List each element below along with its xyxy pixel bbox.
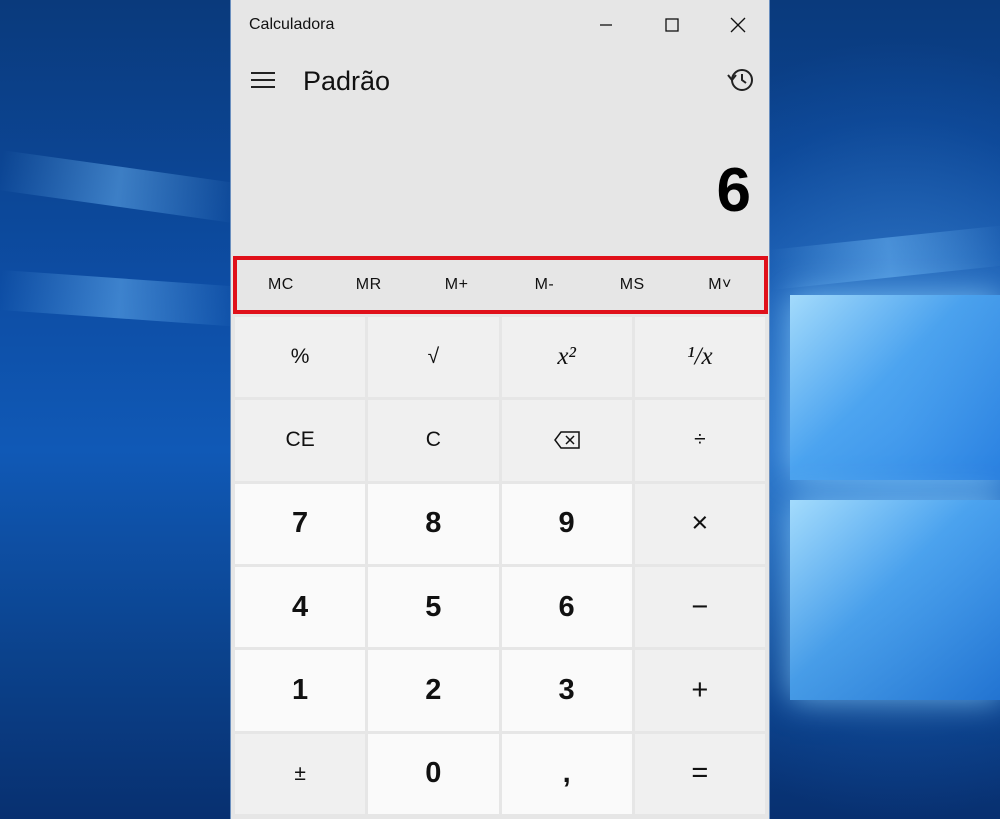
clear-button[interactable]: C (368, 400, 499, 481)
wallpaper-light-beam (0, 270, 241, 327)
memory-add-button[interactable]: M+ (413, 276, 501, 294)
negate-button[interactable]: ± (235, 733, 366, 814)
wallpaper-light-beam (0, 150, 241, 224)
result-display: 6 (716, 156, 751, 225)
keypad: % √ x² ¹/x CE C ÷ 7 8 9 × 4 5 6 − 1 2 3 … (235, 317, 765, 814)
subtract-button[interactable]: − (634, 567, 765, 648)
digit-8-button[interactable]: 8 (368, 483, 499, 564)
minimize-button[interactable] (581, 8, 631, 42)
memory-store-button[interactable]: MS (588, 276, 676, 294)
digit-5-button[interactable]: 5 (368, 567, 499, 648)
close-icon (730, 17, 746, 33)
equals-button[interactable]: = (634, 733, 765, 814)
digit-1-button[interactable]: 1 (235, 650, 366, 731)
maximize-button[interactable] (647, 8, 697, 42)
clear-entry-button[interactable]: CE (235, 400, 366, 481)
history-icon[interactable] (727, 66, 755, 94)
digit-3-button[interactable]: 3 (501, 650, 632, 731)
digit-7-button[interactable]: 7 (235, 483, 366, 564)
percent-button[interactable]: % (235, 317, 366, 398)
memory-subtract-button[interactable]: M- (500, 276, 588, 294)
digit-0-button[interactable]: 0 (368, 733, 499, 814)
digit-4-button[interactable]: 4 (235, 567, 366, 648)
decimal-separator-button[interactable]: , (501, 733, 632, 814)
digit-2-button[interactable]: 2 (368, 650, 499, 731)
digit-9-button[interactable]: 9 (501, 483, 632, 564)
divide-button[interactable]: ÷ (634, 400, 765, 481)
memory-buttons-row: MC MR M+ M- MS M˅ (233, 256, 768, 314)
multiply-button[interactable]: × (634, 483, 765, 564)
backspace-icon (553, 431, 580, 450)
memory-recall-button[interactable]: MR (325, 276, 413, 294)
add-button[interactable]: + (634, 650, 765, 731)
memory-list-button[interactable]: M˅ (676, 276, 764, 294)
memory-clear-button[interactable]: MC (237, 276, 325, 294)
hamburger-icon[interactable] (251, 72, 277, 92)
maximize-icon (665, 18, 679, 32)
windows-logo-pane (790, 500, 1000, 700)
wallpaper-light-beam (767, 225, 1000, 290)
calculator-window: Calculadora Padrão 6 MC MR M+ M- MS M˅ %… (230, 0, 770, 819)
close-button[interactable] (713, 8, 763, 42)
digit-6-button[interactable]: 6 (501, 567, 632, 648)
windows-logo-pane (790, 295, 1000, 480)
square-button[interactable]: x² (501, 317, 632, 398)
window-title: Calculadora (249, 16, 335, 33)
minimize-icon (600, 24, 612, 26)
windows-logo (790, 295, 1000, 735)
title-bar[interactable]: Calculadora (231, 0, 769, 50)
reciprocal-button[interactable]: ¹/x (634, 317, 765, 398)
mode-title: Padrão (303, 66, 391, 96)
backspace-button[interactable] (501, 400, 632, 481)
calculator-header: Padrão (231, 52, 769, 112)
square-root-button[interactable]: √ (368, 317, 499, 398)
